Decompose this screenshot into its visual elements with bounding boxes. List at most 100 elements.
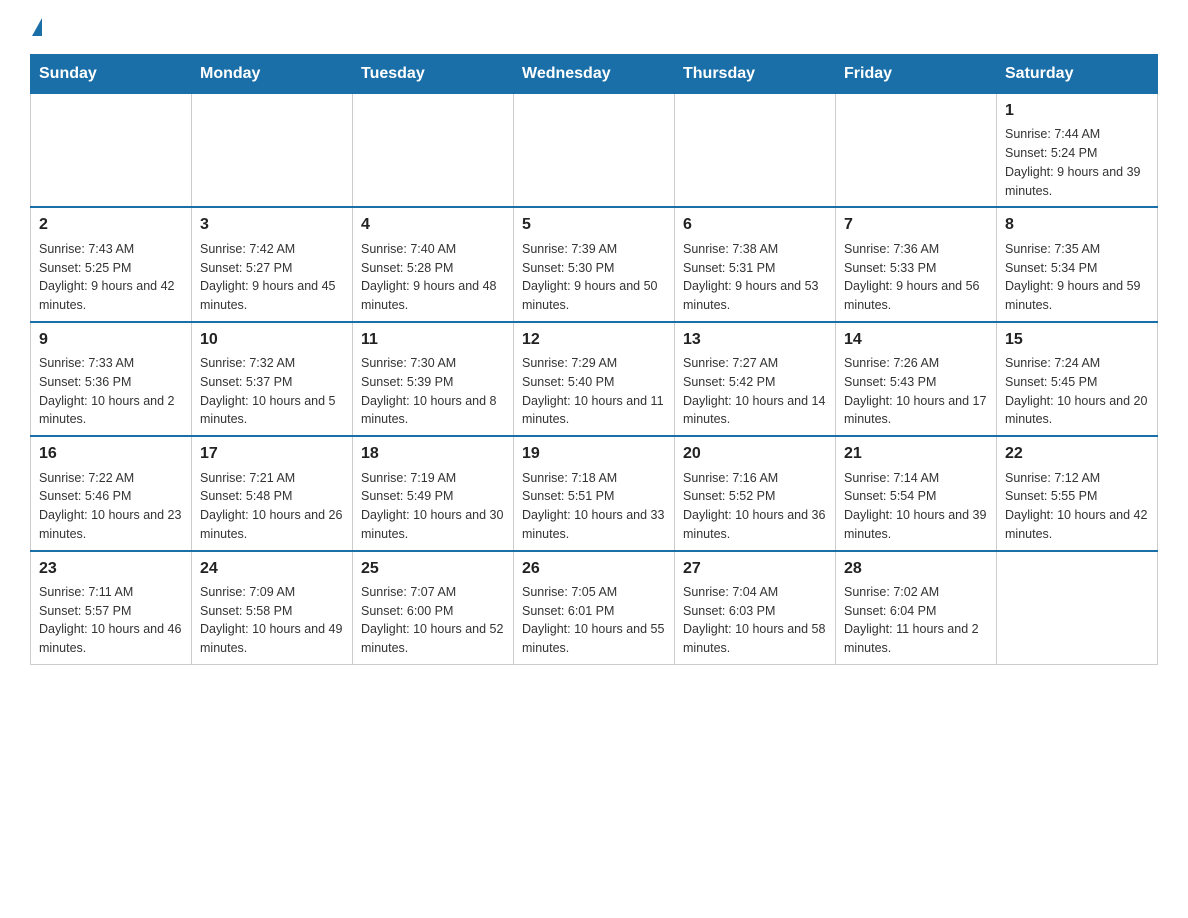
day-number: 27 (683, 558, 827, 580)
day-info: Sunrise: 7:32 AM Sunset: 5:37 PM Dayligh… (200, 354, 344, 429)
calendar-cell: 3 Sunrise: 7:42 AM Sunset: 5:27 PM Daylig… (192, 207, 353, 321)
calendar-cell (31, 94, 192, 208)
calendar-cell: 13Sunrise: 7:27 AM Sunset: 5:42 PM Dayli… (675, 322, 836, 436)
day-info: Sunrise: 7:11 AM Sunset: 5:57 PM Dayligh… (39, 583, 183, 658)
logo (30, 20, 44, 38)
calendar-cell: 12 Sunrise: 7:29 AM Sunset: 5:40 PM Dayli… (514, 322, 675, 436)
calendar-cell (514, 94, 675, 208)
day-number: 15 (1005, 329, 1149, 351)
calendar-cell: 23 Sunrise: 7:11 AM Sunset: 5:57 PM Dayli… (31, 551, 192, 665)
calendar-week-row: 23 Sunrise: 7:11 AM Sunset: 5:57 PM Dayli… (31, 551, 1158, 665)
day-number: 22 (1005, 443, 1149, 465)
day-number: 17 (200, 443, 344, 465)
day-info: Sunrise: 7:02 AM Sunset: 6:04 PM Dayligh… (844, 583, 988, 658)
day-info: Sunrise: 7:09 AM Sunset: 5:58 PM Dayligh… (200, 583, 344, 658)
calendar-cell: 7 Sunrise: 7:36 AM Sunset: 5:33 PM Daylig… (836, 207, 997, 321)
calendar-cell: 2Sunrise: 7:43 AM Sunset: 5:25 PM Daylig… (31, 207, 192, 321)
calendar-cell: 15 Sunrise: 7:24 AM Sunset: 5:45 PM Dayli… (997, 322, 1158, 436)
day-number: 20 (683, 443, 827, 465)
day-number: 12 (522, 329, 666, 351)
calendar-cell: 19 Sunrise: 7:18 AM Sunset: 5:51 PM Dayli… (514, 436, 675, 550)
day-number: 21 (844, 443, 988, 465)
calendar-week-row: 2Sunrise: 7:43 AM Sunset: 5:25 PM Daylig… (31, 207, 1158, 321)
day-number: 24 (200, 558, 344, 580)
calendar-cell (192, 94, 353, 208)
day-info: Sunrise: 7:16 AM Sunset: 5:52 PM Dayligh… (683, 469, 827, 544)
calendar-cell: 24 Sunrise: 7:09 AM Sunset: 5:58 PM Dayli… (192, 551, 353, 665)
day-number: 4 (361, 214, 505, 236)
day-number: 11 (361, 329, 505, 351)
day-number: 26 (522, 558, 666, 580)
calendar-cell (353, 94, 514, 208)
day-number: 3 (200, 214, 344, 236)
weekday-header-sunday: Sunday (31, 55, 192, 94)
calendar-cell: 16 Sunrise: 7:22 AM Sunset: 5:46 PM Dayli… (31, 436, 192, 550)
day-info: Sunrise: 7:30 AM Sunset: 5:39 PM Dayligh… (361, 354, 505, 429)
day-info: Sunrise: 7:36 AM Sunset: 5:33 PM Dayligh… (844, 240, 988, 315)
page-header (30, 20, 1158, 38)
day-info: Sunrise: 7:39 AM Sunset: 5:30 PM Dayligh… (522, 240, 666, 315)
calendar-cell: 1Sunrise: 7:44 AM Sunset: 5:24 PM Daylig… (997, 94, 1158, 208)
calendar-week-row: 9Sunrise: 7:33 AM Sunset: 5:36 PM Daylig… (31, 322, 1158, 436)
calendar-cell: 20 Sunrise: 7:16 AM Sunset: 5:52 PM Dayli… (675, 436, 836, 550)
weekday-header-saturday: Saturday (997, 55, 1158, 94)
calendar-cell: 22 Sunrise: 7:12 AM Sunset: 5:55 PM Dayli… (997, 436, 1158, 550)
day-number: 25 (361, 558, 505, 580)
calendar-cell: 18 Sunrise: 7:19 AM Sunset: 5:49 PM Dayli… (353, 436, 514, 550)
day-number: 7 (844, 214, 988, 236)
day-number: 14 (844, 329, 988, 351)
day-info: Sunrise: 7:38 AM Sunset: 5:31 PM Dayligh… (683, 240, 827, 315)
day-info: Sunrise: 7:43 AM Sunset: 5:25 PM Dayligh… (39, 240, 183, 315)
day-info: Sunrise: 7:22 AM Sunset: 5:46 PM Dayligh… (39, 469, 183, 544)
calendar-cell: 11 Sunrise: 7:30 AM Sunset: 5:39 PM Dayli… (353, 322, 514, 436)
day-info: Sunrise: 7:12 AM Sunset: 5:55 PM Dayligh… (1005, 469, 1149, 544)
day-info: Sunrise: 7:42 AM Sunset: 5:27 PM Dayligh… (200, 240, 344, 315)
weekday-header-wednesday: Wednesday (514, 55, 675, 94)
day-info: Sunrise: 7:18 AM Sunset: 5:51 PM Dayligh… (522, 469, 666, 544)
calendar-cell: 21 Sunrise: 7:14 AM Sunset: 5:54 PM Dayli… (836, 436, 997, 550)
day-number: 16 (39, 443, 183, 465)
calendar-cell: 26 Sunrise: 7:05 AM Sunset: 6:01 PM Dayli… (514, 551, 675, 665)
day-number: 10 (200, 329, 344, 351)
day-number: 5 (522, 214, 666, 236)
calendar-cell: 6 Sunrise: 7:38 AM Sunset: 5:31 PM Daylig… (675, 207, 836, 321)
calendar-table: SundayMondayTuesdayWednesdayThursdayFrid… (30, 54, 1158, 665)
day-info: Sunrise: 7:14 AM Sunset: 5:54 PM Dayligh… (844, 469, 988, 544)
calendar-cell: 27 Sunrise: 7:04 AM Sunset: 6:03 PM Dayli… (675, 551, 836, 665)
calendar-week-row: 1Sunrise: 7:44 AM Sunset: 5:24 PM Daylig… (31, 94, 1158, 208)
day-info: Sunrise: 7:40 AM Sunset: 5:28 PM Dayligh… (361, 240, 505, 315)
calendar-week-row: 16 Sunrise: 7:22 AM Sunset: 5:46 PM Dayli… (31, 436, 1158, 550)
calendar-cell (836, 94, 997, 208)
day-number: 8 (1005, 214, 1149, 236)
weekday-header-thursday: Thursday (675, 55, 836, 94)
logo-triangle-icon (32, 18, 42, 36)
day-info: Sunrise: 7:04 AM Sunset: 6:03 PM Dayligh… (683, 583, 827, 658)
calendar-cell: 9Sunrise: 7:33 AM Sunset: 5:36 PM Daylig… (31, 322, 192, 436)
day-number: 6 (683, 214, 827, 236)
calendar-cell (997, 551, 1158, 665)
day-info: Sunrise: 7:33 AM Sunset: 5:36 PM Dayligh… (39, 354, 183, 429)
day-number: 23 (39, 558, 183, 580)
day-number: 19 (522, 443, 666, 465)
day-number: 1 (1005, 100, 1149, 122)
weekday-header-row: SundayMondayTuesdayWednesdayThursdayFrid… (31, 55, 1158, 94)
calendar-cell: 25 Sunrise: 7:07 AM Sunset: 6:00 PM Dayli… (353, 551, 514, 665)
day-info: Sunrise: 7:35 AM Sunset: 5:34 PM Dayligh… (1005, 240, 1149, 315)
day-number: 18 (361, 443, 505, 465)
weekday-header-monday: Monday (192, 55, 353, 94)
calendar-cell: 14 Sunrise: 7:26 AM Sunset: 5:43 PM Dayli… (836, 322, 997, 436)
day-info: Sunrise: 7:24 AM Sunset: 5:45 PM Dayligh… (1005, 354, 1149, 429)
day-info: Sunrise: 7:05 AM Sunset: 6:01 PM Dayligh… (522, 583, 666, 658)
calendar-cell: 28 Sunrise: 7:02 AM Sunset: 6:04 PM Dayli… (836, 551, 997, 665)
calendar-cell: 17Sunrise: 7:21 AM Sunset: 5:48 PM Dayli… (192, 436, 353, 550)
weekday-header-tuesday: Tuesday (353, 55, 514, 94)
day-number: 13 (683, 329, 827, 351)
day-info: Sunrise: 7:26 AM Sunset: 5:43 PM Dayligh… (844, 354, 988, 429)
day-info: Sunrise: 7:29 AM Sunset: 5:40 PM Dayligh… (522, 354, 666, 429)
day-info: Sunrise: 7:07 AM Sunset: 6:00 PM Dayligh… (361, 583, 505, 658)
day-info: Sunrise: 7:19 AM Sunset: 5:49 PM Dayligh… (361, 469, 505, 544)
calendar-cell: 4 Sunrise: 7:40 AM Sunset: 5:28 PM Daylig… (353, 207, 514, 321)
day-number: 28 (844, 558, 988, 580)
calendar-cell: 8 Sunrise: 7:35 AM Sunset: 5:34 PM Daylig… (997, 207, 1158, 321)
calendar-cell (675, 94, 836, 208)
